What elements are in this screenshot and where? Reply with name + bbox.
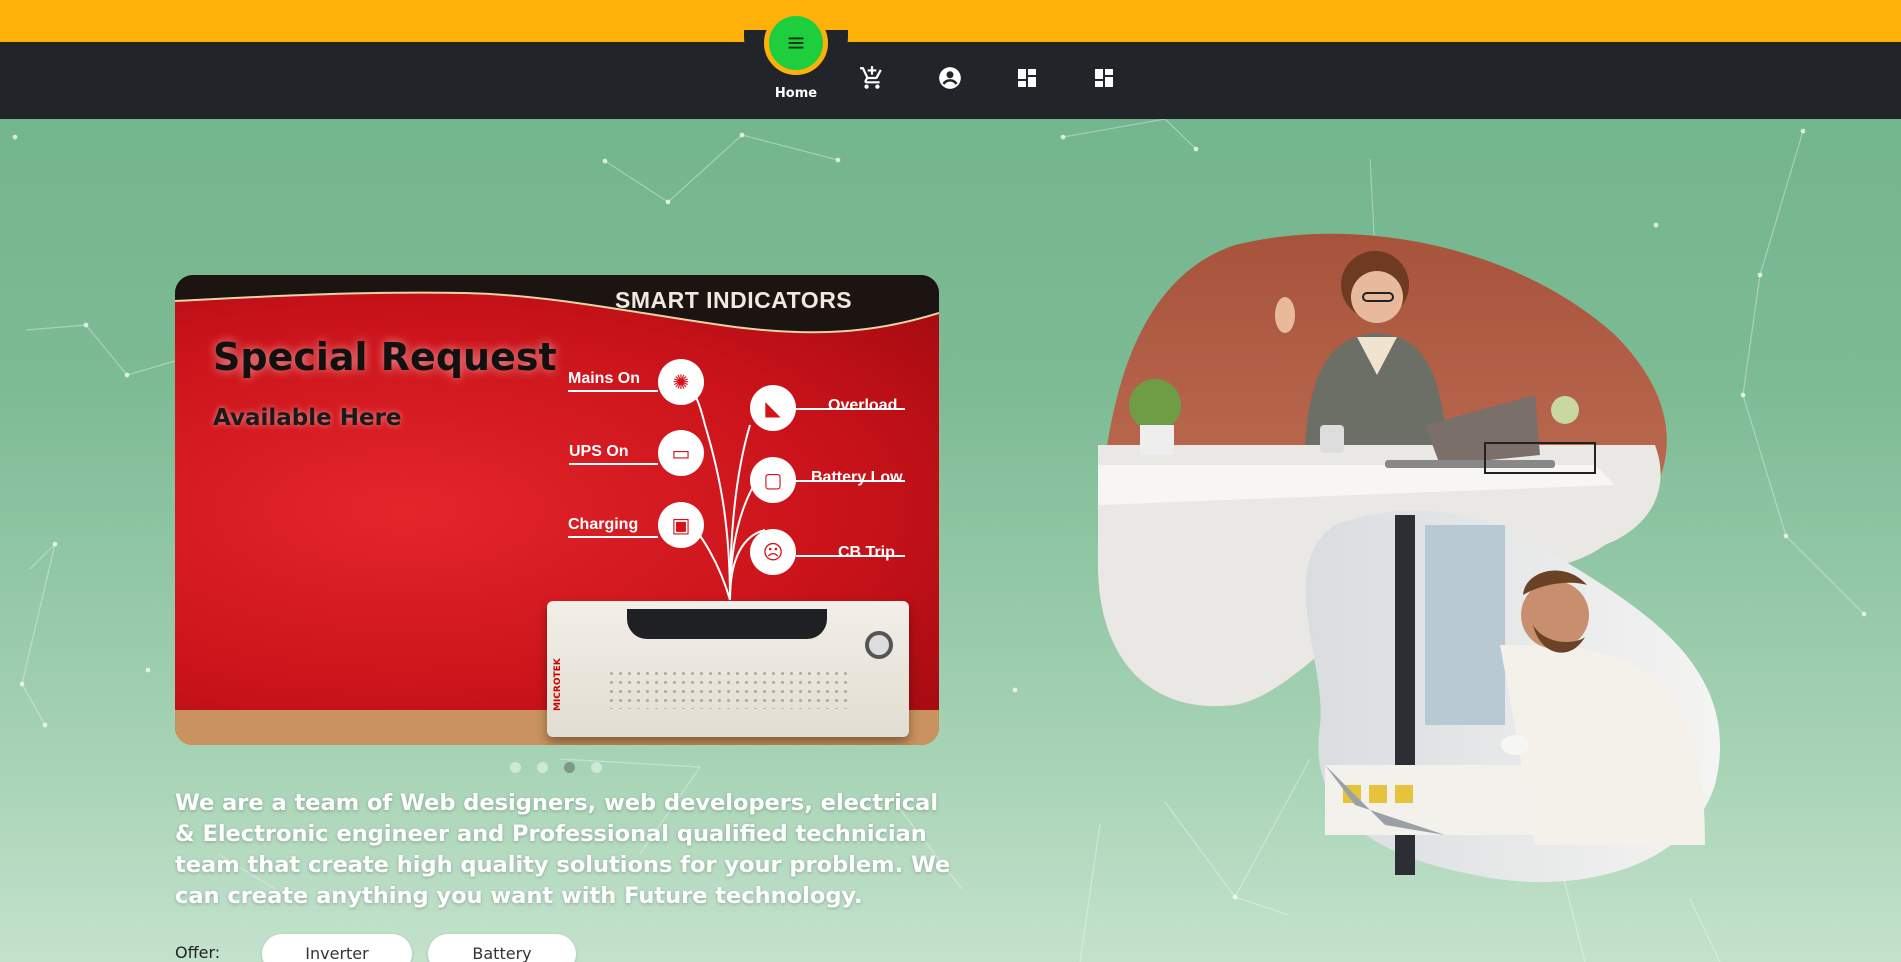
indicator-underline xyxy=(569,463,658,465)
indicator-label-charging: Charging xyxy=(568,516,639,533)
inverter-display-panel xyxy=(627,609,827,639)
dashboard-icon xyxy=(1095,69,1113,87)
account-icon xyxy=(939,67,961,89)
inverter-vent xyxy=(607,669,847,709)
indicator-underline xyxy=(568,390,658,392)
indicator-label-battery-low: Battery Low xyxy=(811,469,903,486)
indicator-underline xyxy=(568,536,658,538)
about-text: We are a team of Web designers, web deve… xyxy=(175,790,951,909)
bulb-icon: ✺ xyxy=(658,359,704,405)
account-button[interactable] xyxy=(936,64,964,92)
product-slider[interactable]: SMART INDICATORS Special Request Availab… xyxy=(175,275,939,745)
dashboard-button-2[interactable] xyxy=(1090,64,1118,92)
home-label: Home xyxy=(774,86,818,101)
slide-dot-4[interactable] xyxy=(591,762,602,773)
team-photo-blob xyxy=(1097,233,1721,883)
offer-label: Offer: xyxy=(175,943,221,962)
indicator-label-mains-on: Mains On xyxy=(568,370,641,387)
overload-icon: ◣ xyxy=(750,385,796,431)
slider-pagination xyxy=(510,762,602,773)
indicator-label-cb-trip: CB Trip xyxy=(838,544,895,561)
slide-dot-1[interactable] xyxy=(510,762,521,773)
cart-icon xyxy=(860,66,882,89)
cart-button[interactable] xyxy=(858,64,886,92)
battery-charging-icon: ▣ xyxy=(658,502,704,548)
top-accent-strip xyxy=(0,0,1901,42)
indicator-label-ups-on: UPS On xyxy=(569,443,629,460)
dashboard-button[interactable] xyxy=(1013,64,1041,92)
ups-icon: ▭ xyxy=(658,430,704,476)
inverter-power-knob xyxy=(865,631,893,659)
inverter-product-image: MICROTEK xyxy=(547,601,909,737)
inverter-brand: MICROTEK xyxy=(553,658,563,711)
cb-trip-icon: ☹ xyxy=(750,529,796,575)
dashboard-icon xyxy=(1018,69,1036,87)
home-menu-button[interactable] xyxy=(764,11,828,75)
battery-low-icon: ▢ xyxy=(750,457,796,503)
indicator-label-overload: Overload xyxy=(828,397,898,414)
offer-inverter-button[interactable]: Inverter xyxy=(262,934,412,962)
offer-battery-button[interactable]: Battery xyxy=(428,934,576,962)
slide-dot-3[interactable] xyxy=(564,762,575,773)
menu-icon xyxy=(788,37,804,49)
slide-dot-2[interactable] xyxy=(537,762,548,773)
